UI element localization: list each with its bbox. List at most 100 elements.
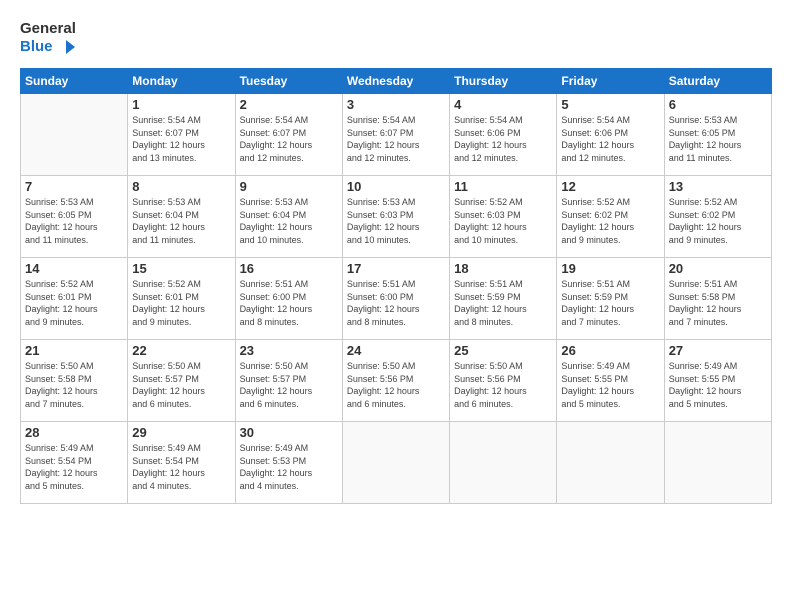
header: General Blue — [20, 20, 772, 56]
header-friday: Friday — [557, 69, 664, 94]
day-info: Sunrise: 5:50 AMSunset: 5:57 PMDaylight:… — [132, 361, 205, 409]
day-cell: 25 Sunrise: 5:50 AMSunset: 5:56 PMDaylig… — [450, 340, 557, 422]
day-info: Sunrise: 5:52 AMSunset: 6:03 PMDaylight:… — [454, 197, 527, 245]
day-number: 28 — [25, 425, 123, 440]
day-number: 30 — [240, 425, 338, 440]
day-cell: 7 Sunrise: 5:53 AMSunset: 6:05 PMDayligh… — [21, 176, 128, 258]
day-number: 1 — [132, 97, 230, 112]
day-cell — [342, 422, 449, 504]
day-cell: 24 Sunrise: 5:50 AMSunset: 5:56 PMDaylig… — [342, 340, 449, 422]
day-cell: 28 Sunrise: 5:49 AMSunset: 5:54 PMDaylig… — [21, 422, 128, 504]
header-tuesday: Tuesday — [235, 69, 342, 94]
logo-flag-icon — [57, 38, 75, 56]
day-info: Sunrise: 5:53 AMSunset: 6:04 PMDaylight:… — [132, 197, 205, 245]
day-number: 15 — [132, 261, 230, 276]
day-info: Sunrise: 5:50 AMSunset: 5:57 PMDaylight:… — [240, 361, 313, 409]
day-number: 13 — [669, 179, 767, 194]
day-number: 17 — [347, 261, 445, 276]
day-number: 19 — [561, 261, 659, 276]
day-cell: 13 Sunrise: 5:52 AMSunset: 6:02 PMDaylig… — [664, 176, 771, 258]
header-thursday: Thursday — [450, 69, 557, 94]
day-cell: 14 Sunrise: 5:52 AMSunset: 6:01 PMDaylig… — [21, 258, 128, 340]
day-info: Sunrise: 5:50 AMSunset: 5:56 PMDaylight:… — [454, 361, 527, 409]
week-row-2: 7 Sunrise: 5:53 AMSunset: 6:05 PMDayligh… — [21, 176, 772, 258]
day-cell — [21, 94, 128, 176]
day-cell: 1 Sunrise: 5:54 AMSunset: 6:07 PMDayligh… — [128, 94, 235, 176]
day-cell — [450, 422, 557, 504]
day-info: Sunrise: 5:52 AMSunset: 6:02 PMDaylight:… — [669, 197, 742, 245]
day-cell: 8 Sunrise: 5:53 AMSunset: 6:04 PMDayligh… — [128, 176, 235, 258]
day-cell: 17 Sunrise: 5:51 AMSunset: 6:00 PMDaylig… — [342, 258, 449, 340]
day-cell: 29 Sunrise: 5:49 AMSunset: 5:54 PMDaylig… — [128, 422, 235, 504]
day-info: Sunrise: 5:53 AMSunset: 6:05 PMDaylight:… — [25, 197, 98, 245]
day-number: 18 — [454, 261, 552, 276]
day-cell: 23 Sunrise: 5:50 AMSunset: 5:57 PMDaylig… — [235, 340, 342, 422]
day-cell — [664, 422, 771, 504]
week-row-3: 14 Sunrise: 5:52 AMSunset: 6:01 PMDaylig… — [21, 258, 772, 340]
day-number: 16 — [240, 261, 338, 276]
day-info: Sunrise: 5:52 AMSunset: 6:01 PMDaylight:… — [132, 279, 205, 327]
day-cell: 3 Sunrise: 5:54 AMSunset: 6:07 PMDayligh… — [342, 94, 449, 176]
day-cell: 21 Sunrise: 5:50 AMSunset: 5:58 PMDaylig… — [21, 340, 128, 422]
header-sunday: Sunday — [21, 69, 128, 94]
day-number: 27 — [669, 343, 767, 358]
day-number: 5 — [561, 97, 659, 112]
day-info: Sunrise: 5:51 AMSunset: 5:59 PMDaylight:… — [454, 279, 527, 327]
day-info: Sunrise: 5:54 AMSunset: 6:06 PMDaylight:… — [561, 115, 634, 163]
calendar-header-row: SundayMondayTuesdayWednesdayThursdayFrid… — [21, 69, 772, 94]
day-number: 6 — [669, 97, 767, 112]
day-info: Sunrise: 5:52 AMSunset: 6:02 PMDaylight:… — [561, 197, 634, 245]
day-number: 7 — [25, 179, 123, 194]
day-cell: 6 Sunrise: 5:53 AMSunset: 6:05 PMDayligh… — [664, 94, 771, 176]
day-cell: 15 Sunrise: 5:52 AMSunset: 6:01 PMDaylig… — [128, 258, 235, 340]
day-info: Sunrise: 5:53 AMSunset: 6:05 PMDaylight:… — [669, 115, 742, 163]
week-row-5: 28 Sunrise: 5:49 AMSunset: 5:54 PMDaylig… — [21, 422, 772, 504]
day-info: Sunrise: 5:50 AMSunset: 5:58 PMDaylight:… — [25, 361, 98, 409]
day-number: 23 — [240, 343, 338, 358]
day-info: Sunrise: 5:51 AMSunset: 6:00 PMDaylight:… — [240, 279, 313, 327]
day-cell: 2 Sunrise: 5:54 AMSunset: 6:07 PMDayligh… — [235, 94, 342, 176]
day-cell: 20 Sunrise: 5:51 AMSunset: 5:58 PMDaylig… — [664, 258, 771, 340]
day-info: Sunrise: 5:54 AMSunset: 6:07 PMDaylight:… — [132, 115, 205, 163]
day-info: Sunrise: 5:51 AMSunset: 6:00 PMDaylight:… — [347, 279, 420, 327]
logo-blue: Blue — [20, 38, 76, 56]
day-number: 25 — [454, 343, 552, 358]
day-cell: 9 Sunrise: 5:53 AMSunset: 6:04 PMDayligh… — [235, 176, 342, 258]
day-info: Sunrise: 5:49 AMSunset: 5:53 PMDaylight:… — [240, 443, 313, 491]
day-info: Sunrise: 5:53 AMSunset: 6:04 PMDaylight:… — [240, 197, 313, 245]
day-cell: 30 Sunrise: 5:49 AMSunset: 5:53 PMDaylig… — [235, 422, 342, 504]
header-saturday: Saturday — [664, 69, 771, 94]
day-info: Sunrise: 5:51 AMSunset: 5:59 PMDaylight:… — [561, 279, 634, 327]
day-number: 9 — [240, 179, 338, 194]
day-number: 22 — [132, 343, 230, 358]
day-info: Sunrise: 5:54 AMSunset: 6:07 PMDaylight:… — [240, 115, 313, 163]
header-wednesday: Wednesday — [342, 69, 449, 94]
week-row-1: 1 Sunrise: 5:54 AMSunset: 6:07 PMDayligh… — [21, 94, 772, 176]
day-cell: 26 Sunrise: 5:49 AMSunset: 5:55 PMDaylig… — [557, 340, 664, 422]
day-cell: 4 Sunrise: 5:54 AMSunset: 6:06 PMDayligh… — [450, 94, 557, 176]
day-cell: 12 Sunrise: 5:52 AMSunset: 6:02 PMDaylig… — [557, 176, 664, 258]
day-number: 29 — [132, 425, 230, 440]
day-cell: 19 Sunrise: 5:51 AMSunset: 5:59 PMDaylig… — [557, 258, 664, 340]
day-cell — [557, 422, 664, 504]
day-info: Sunrise: 5:49 AMSunset: 5:55 PMDaylight:… — [669, 361, 742, 409]
day-number: 12 — [561, 179, 659, 194]
day-number: 10 — [347, 179, 445, 194]
day-cell: 16 Sunrise: 5:51 AMSunset: 6:00 PMDaylig… — [235, 258, 342, 340]
day-cell: 10 Sunrise: 5:53 AMSunset: 6:03 PMDaylig… — [342, 176, 449, 258]
day-number: 8 — [132, 179, 230, 194]
week-row-4: 21 Sunrise: 5:50 AMSunset: 5:58 PMDaylig… — [21, 340, 772, 422]
day-cell: 11 Sunrise: 5:52 AMSunset: 6:03 PMDaylig… — [450, 176, 557, 258]
day-cell: 18 Sunrise: 5:51 AMSunset: 5:59 PMDaylig… — [450, 258, 557, 340]
day-number: 14 — [25, 261, 123, 276]
day-number: 24 — [347, 343, 445, 358]
day-info: Sunrise: 5:53 AMSunset: 6:03 PMDaylight:… — [347, 197, 420, 245]
logo: General Blue — [20, 20, 76, 56]
day-info: Sunrise: 5:54 AMSunset: 6:07 PMDaylight:… — [347, 115, 420, 163]
day-number: 11 — [454, 179, 552, 194]
day-cell: 22 Sunrise: 5:50 AMSunset: 5:57 PMDaylig… — [128, 340, 235, 422]
day-number: 3 — [347, 97, 445, 112]
day-info: Sunrise: 5:49 AMSunset: 5:54 PMDaylight:… — [25, 443, 98, 491]
day-info: Sunrise: 5:54 AMSunset: 6:06 PMDaylight:… — [454, 115, 527, 163]
day-number: 26 — [561, 343, 659, 358]
